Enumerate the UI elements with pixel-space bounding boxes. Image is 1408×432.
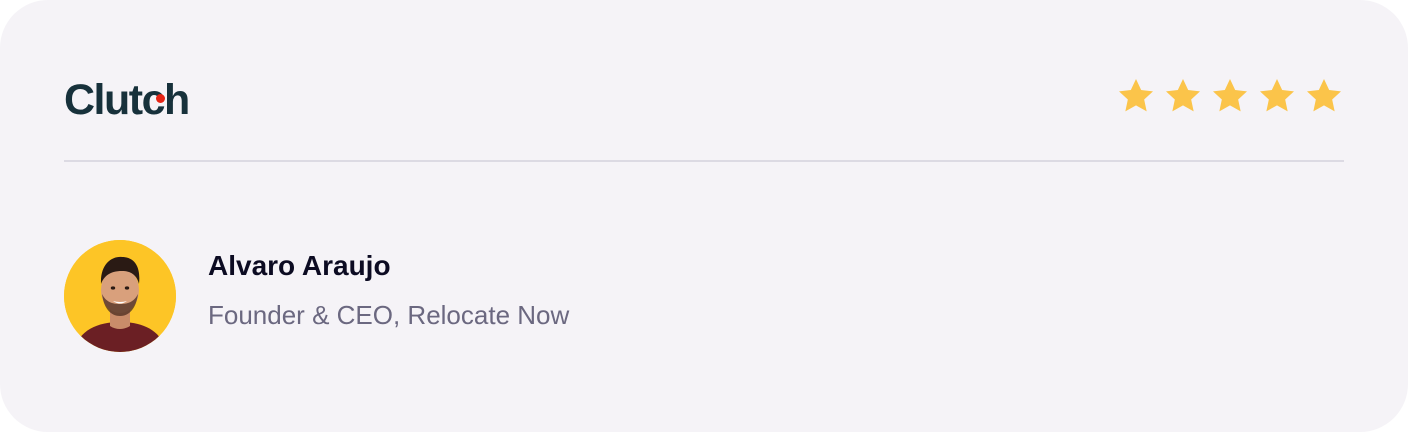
- reviewer-profile: Alvaro Araujo Founder & CEO, Relocate No…: [64, 240, 569, 352]
- star-icon: [1119, 79, 1153, 112]
- reviewer-title: Founder & CEO, Relocate Now: [208, 300, 570, 330]
- avatar-photo: [64, 240, 176, 352]
- star-icon: [1166, 79, 1200, 112]
- review-card: Clutch Alvaro Araujo Founder & CEO, Relo…: [0, 0, 1408, 432]
- divider: [64, 160, 1344, 162]
- star-icon: [1260, 79, 1294, 112]
- star-icon: [1307, 79, 1341, 112]
- star-icon: [1213, 79, 1247, 112]
- avatar: [64, 240, 176, 352]
- review-header: Clutch: [64, 72, 1344, 128]
- reviewer-name: Alvaro Araujo: [208, 250, 391, 281]
- rating-stars: [1116, 76, 1344, 116]
- reviewer-info: Alvaro Araujo Founder & CEO, Relocate No…: [208, 250, 570, 332]
- logo-dot: [156, 94, 165, 103]
- clutch-logo: Clutch: [64, 72, 190, 128]
- logo-text: Clutch: [64, 75, 190, 124]
